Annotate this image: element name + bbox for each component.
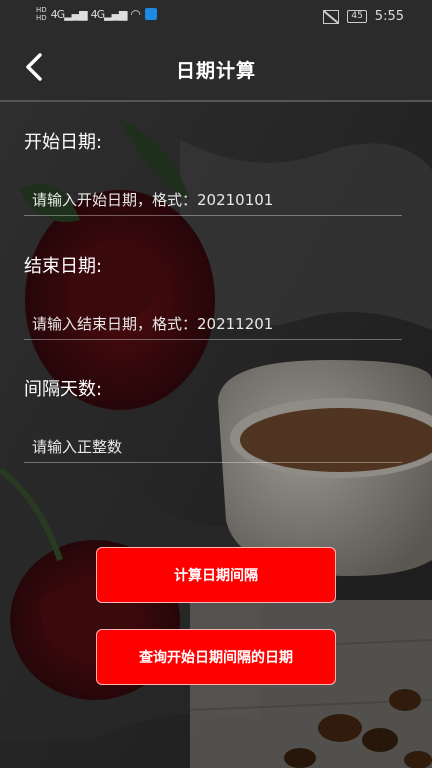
signal-icon: 4G▂▄▆ [50, 7, 88, 21]
network-1-label: 4G [50, 7, 65, 21]
end-date-input[interactable] [30, 311, 394, 337]
end-date-field [24, 305, 402, 340]
mute-icon [323, 9, 340, 24]
interval-days-label: 间隔天数: [24, 379, 103, 400]
start-date-label: 开始日期: [24, 132, 103, 153]
app-notification-icon [144, 8, 157, 20]
interval-days-input[interactable] [30, 434, 394, 460]
signal-icon-2: 4G▂▄▆ [90, 7, 128, 21]
wifi-icon: ◠ [130, 7, 141, 21]
status-right: 45 5:55 [323, 9, 404, 24]
query-date-button[interactable]: 查询开始日期间隔的日期 [96, 629, 336, 685]
battery-icon: 45 [347, 10, 367, 23]
page-title: 日期计算 [175, 60, 256, 82]
end-date-label: 结束日期: [24, 256, 103, 277]
start-date-input[interactable] [30, 187, 394, 213]
calc-interval-button[interactable]: 计算日期间隔 [96, 547, 336, 603]
network-2-label: 4G [90, 7, 105, 21]
status-left: HD HD 4G▂▄▆ 4G▂▄▆ ◠ [36, 6, 157, 22]
start-date-field [24, 181, 402, 216]
status-bar: HD HD 4G▂▄▆ 4G▂▄▆ ◠ 45 5:55 [0, 0, 432, 34]
hd-icon: HD HD [36, 6, 47, 22]
status-time: 5:55 [374, 9, 404, 24]
interval-days-field [24, 428, 402, 463]
title-bar: 日期计算 [0, 34, 432, 102]
